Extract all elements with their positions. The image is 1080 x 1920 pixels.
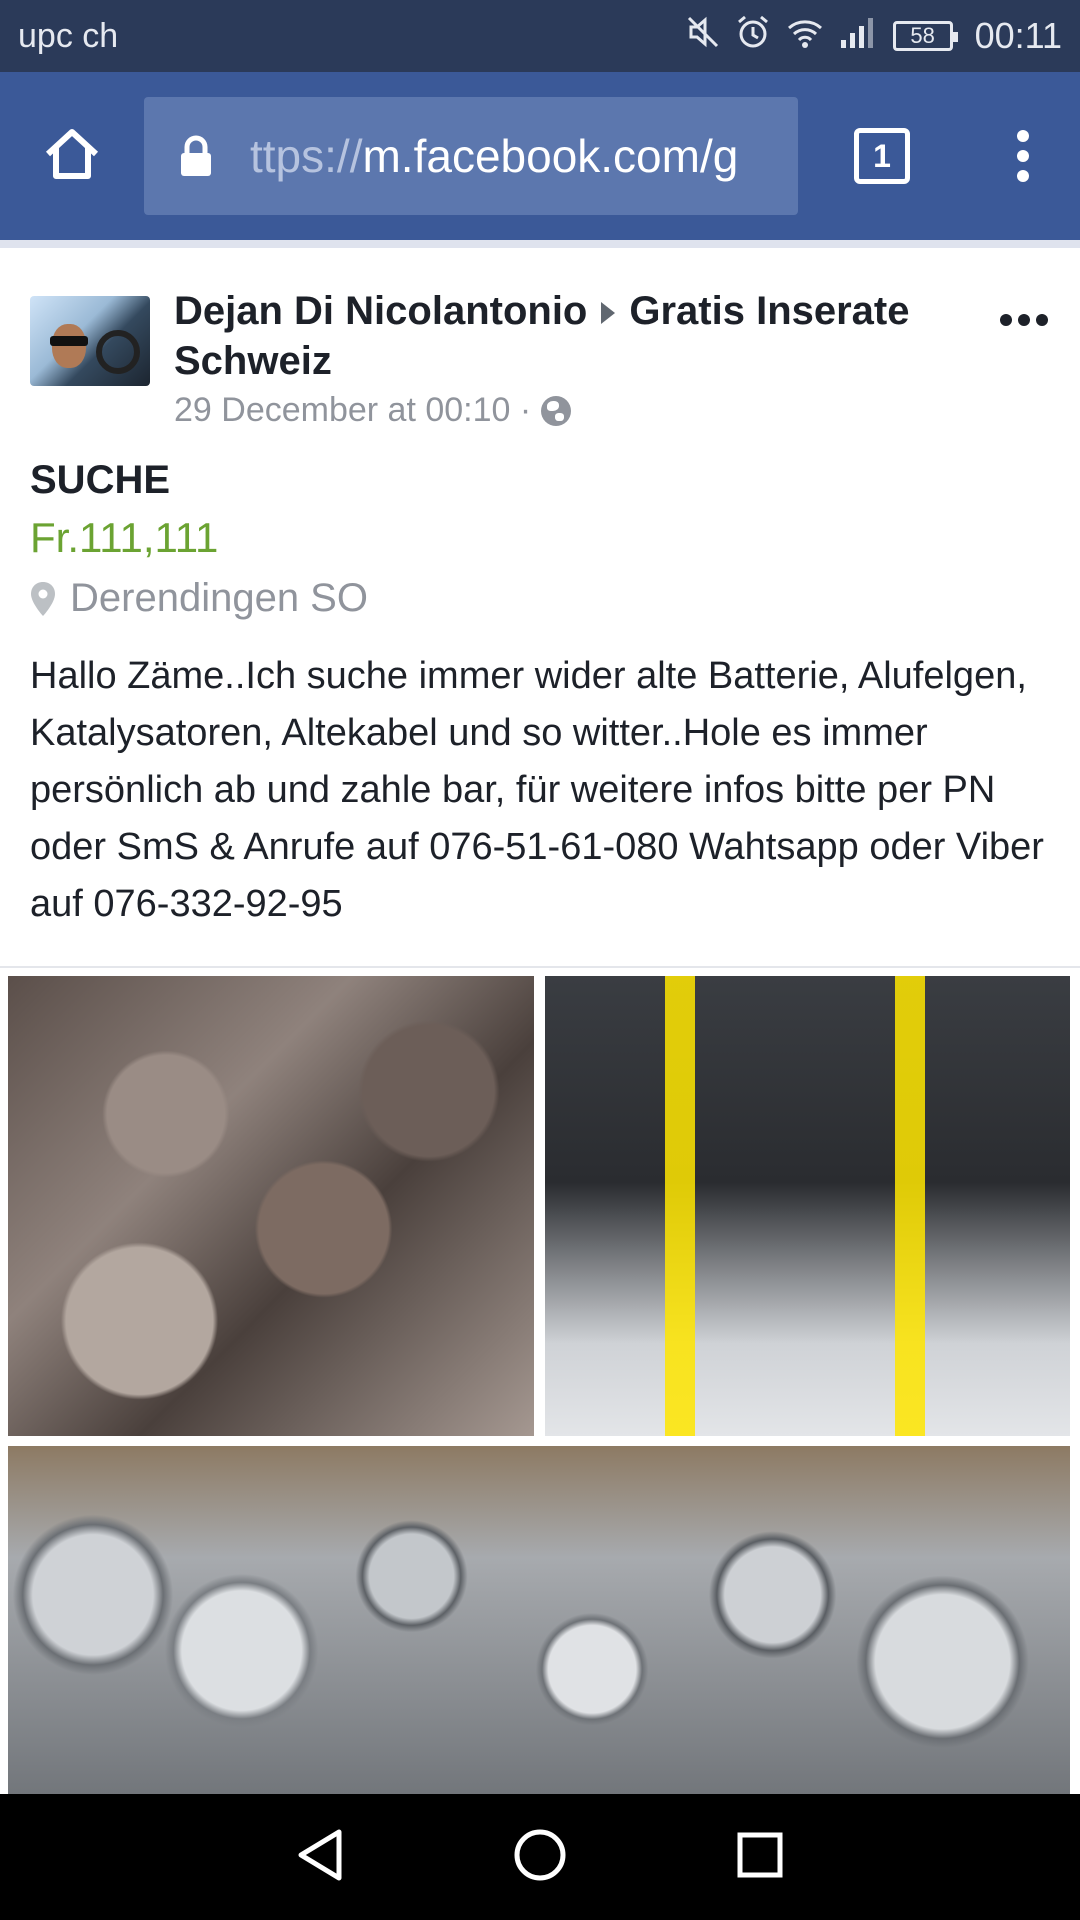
- home-button[interactable]: [0, 72, 144, 240]
- status-icons: 58 00:11: [685, 14, 1062, 59]
- browser-toolbar: ttps://m.facebook.com/g 1: [0, 72, 1080, 240]
- photo-car-batteries[interactable]: [545, 976, 1070, 1436]
- address-bar[interactable]: ttps://m.facebook.com/g: [144, 97, 798, 215]
- battery-level: 58: [910, 23, 935, 48]
- post-header: Dejan Di Nicolantonio Gratis Inserate Sch…: [0, 248, 1080, 438]
- photo-grid: [0, 966, 1080, 1794]
- tabs-button[interactable]: 1: [798, 72, 966, 240]
- url-scheme: ttps://: [250, 130, 363, 182]
- location-pin-icon: [30, 581, 56, 617]
- status-bar: upc ch 58 00:11: [0, 0, 1080, 72]
- mute-icon: [685, 14, 721, 59]
- home-nav-button[interactable]: [505, 1822, 575, 1892]
- recents-button[interactable]: [725, 1822, 795, 1892]
- author-name-link[interactable]: Dejan Di Nicolantonio: [174, 289, 587, 333]
- triangle-right-icon: [601, 302, 616, 325]
- photo-catalytic-converters[interactable]: [8, 976, 534, 1436]
- back-button[interactable]: [285, 1822, 355, 1892]
- post-body-text: Hallo Zäme..Ich suche immer wider alte B…: [30, 655, 1044, 925]
- wifi-icon: [785, 14, 825, 59]
- avatar[interactable]: [30, 296, 150, 386]
- carrier-name: upc ch: [18, 16, 119, 55]
- signal-icon: [839, 14, 879, 59]
- post-options-button[interactable]: [1000, 314, 1048, 326]
- home-icon: [44, 128, 100, 185]
- post-timestamp[interactable]: 29 December at 00:10 ·: [174, 391, 531, 430]
- location-text: Derendingen SO: [70, 576, 368, 620]
- alarm-icon: [735, 14, 771, 59]
- home-circle-icon: [513, 1828, 567, 1887]
- battery-icon: 58: [892, 21, 958, 51]
- listing-location: Derendingen SO: [30, 576, 368, 621]
- tab-count: 1: [873, 137, 891, 174]
- lock-icon: [180, 135, 216, 177]
- listing-title: SUCHE: [30, 458, 171, 502]
- back-triangle-icon: [295, 1828, 345, 1887]
- photo-alloy-rims[interactable]: [8, 1446, 1070, 1794]
- recents-square-icon: [736, 1831, 784, 1884]
- post-meta: 29 December at 00:10 ·: [174, 391, 572, 430]
- tabs-icon: 1: [854, 128, 910, 184]
- overflow-menu-icon[interactable]: [966, 72, 1080, 240]
- globe-icon: [541, 395, 572, 426]
- clock: 00:11: [974, 15, 1062, 56]
- post-author-line: Dejan Di Nicolantonio Gratis Inserate Sch…: [174, 286, 954, 386]
- url-host: m.facebook.com/g: [362, 130, 739, 182]
- listing-price: Fr.111,111: [30, 514, 219, 561]
- post-card: Dejan Di Nicolantonio Gratis Inserate Sch…: [0, 240, 1080, 1794]
- system-nav-bar: [0, 1794, 1080, 1920]
- url-text: ttps://m.facebook.com/g: [250, 129, 738, 183]
